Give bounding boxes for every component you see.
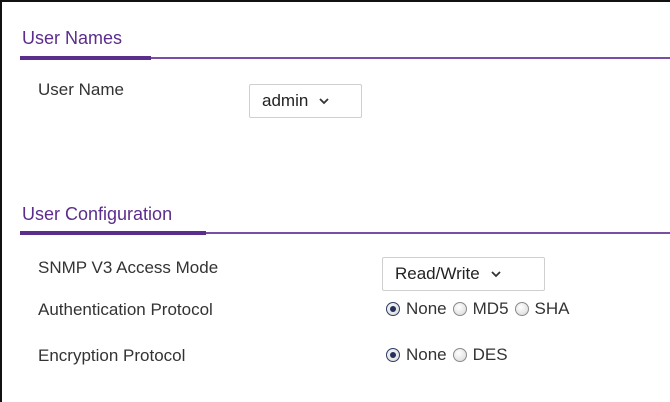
user-name-label: User Name: [38, 80, 124, 99]
auth-option-md5[interactable]: MD5: [452, 299, 509, 319]
snmp-access-mode-label: SNMP V3 Access Mode: [38, 258, 219, 277]
user-names-title-underline: [20, 56, 151, 60]
radio-button-icon[interactable]: [386, 348, 400, 362]
user-configuration-section-divider: [206, 232, 670, 234]
authentication-protocol-radio-group: None MD5 SHA: [386, 299, 576, 319]
auth-option-sha[interactable]: SHA: [514, 299, 570, 319]
user-configuration-title-underline: [20, 231, 206, 235]
encryption-protocol-radio-group: None DES: [386, 345, 514, 365]
radio-button-icon[interactable]: [452, 348, 467, 362]
settings-panel: User Names User Name admin User Configur…: [0, 0, 670, 402]
user-names-section-title: User Names: [22, 28, 123, 48]
chevron-down-icon: [490, 268, 502, 280]
user-name-select-value: admin: [262, 91, 309, 110]
radio-button-icon[interactable]: [452, 302, 467, 316]
user-configuration-section-title: User Configuration: [22, 204, 173, 224]
chevron-down-icon: [318, 95, 330, 107]
auth-option-none[interactable]: None: [386, 299, 447, 319]
radio-button-icon[interactable]: [514, 302, 529, 316]
user-names-section-divider: [151, 57, 670, 59]
auth-option-none-label: None: [406, 299, 447, 318]
user-name-select[interactable]: admin: [249, 84, 362, 118]
enc-option-des[interactable]: DES: [452, 345, 508, 365]
radio-button-icon[interactable]: [386, 302, 400, 316]
encryption-protocol-label: Encryption Protocol: [38, 346, 186, 365]
snmp-access-mode-select-value: Read/Write: [395, 264, 480, 283]
authentication-protocol-label: Authentication Protocol: [38, 300, 213, 319]
snmp-access-mode-select[interactable]: Read/Write: [382, 257, 545, 291]
enc-option-none[interactable]: None: [386, 345, 447, 365]
enc-option-none-label: None: [406, 345, 447, 364]
auth-option-md5-label: MD5: [472, 299, 509, 318]
auth-option-sha-label: SHA: [534, 299, 570, 318]
enc-option-des-label: DES: [472, 345, 508, 364]
